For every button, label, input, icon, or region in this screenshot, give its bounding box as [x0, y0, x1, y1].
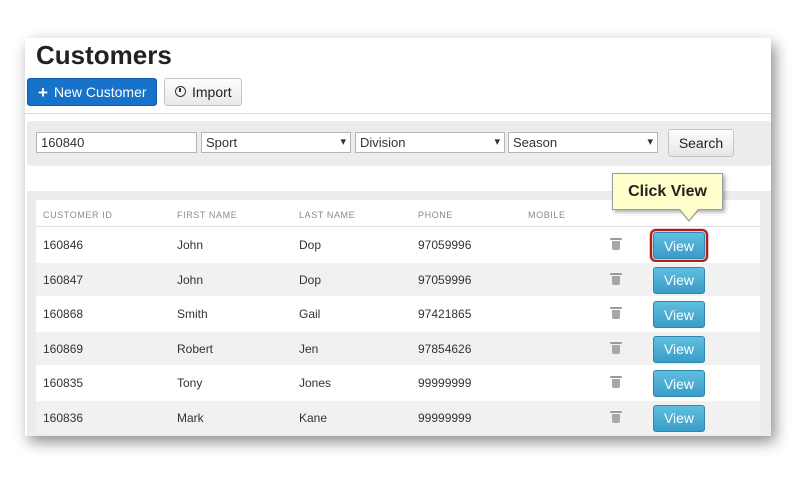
new-customer-button[interactable]: + New Customer — [27, 78, 157, 106]
cell-customer-id: 160868 — [43, 307, 84, 321]
view-button[interactable]: View — [653, 335, 705, 363]
sport-select[interactable]: Sport — [201, 132, 351, 153]
import-icon — [175, 85, 186, 97]
table-row: 160868 Smith Gail 97421865 View — [36, 296, 760, 331]
trash-icon[interactable] — [610, 307, 622, 319]
division-select-value: Division — [360, 135, 406, 150]
cell-phone: 99999999 — [418, 410, 472, 425]
view-button[interactable]: View — [650, 229, 708, 262]
divider — [25, 113, 771, 114]
cell-last-name: Dop — [299, 238, 322, 252]
division-select[interactable]: Division — [355, 132, 505, 153]
cell-customer-id: 160869 — [43, 341, 84, 356]
import-button[interactable]: Import — [164, 78, 242, 106]
customers-panel: Customers + New Customer Import 160840 S… — [25, 38, 771, 436]
cell-last-name: Gail — [299, 307, 321, 321]
cell-phone: 97854626 — [418, 341, 472, 356]
header-customer-id: CUSTOMER ID — [43, 210, 113, 220]
cell-phone: 97059996 — [418, 272, 472, 287]
season-select[interactable]: Season — [508, 132, 658, 153]
header-first-name: FIRST NAME — [177, 210, 238, 220]
customers-table-container: CUSTOMER ID FIRST NAME LAST NAME PHONE M… — [27, 191, 771, 436]
customers-table: CUSTOMER ID FIRST NAME LAST NAME PHONE M… — [36, 200, 760, 434]
table-row: 160836 Mark Kane 99999999 View — [36, 399, 760, 434]
cell-customer-id: 160846 — [43, 238, 84, 252]
cell-first-name: Robert — [177, 341, 214, 356]
cell-phone: 97059996 — [418, 238, 472, 252]
search-button[interactable]: Search — [668, 129, 734, 157]
view-button[interactable]: View — [653, 370, 705, 397]
table-body: 160846 John Dop 97059996 View 160847 Joh… — [36, 227, 760, 434]
cell-last-name: Jen — [299, 341, 319, 356]
cell-first-name: Mark — [177, 410, 204, 425]
view-button[interactable]: View — [653, 301, 705, 328]
table-row: 160846 John Dop 97059996 View — [36, 227, 760, 262]
view-button[interactable]: View — [653, 404, 705, 432]
cell-customer-id: 160835 — [43, 376, 84, 390]
new-customer-label: New Customer — [53, 84, 147, 100]
header-phone: PHONE — [418, 210, 454, 220]
trash-icon[interactable] — [610, 341, 622, 354]
cell-phone: 97421865 — [418, 307, 472, 321]
cell-first-name: Smith — [177, 307, 208, 321]
filter-bar: 160840 Sport Division Season Search — [27, 121, 771, 166]
trash-icon[interactable] — [610, 410, 622, 423]
plus-icon: + — [38, 82, 48, 102]
cell-last-name: Jones — [299, 376, 332, 390]
cell-phone: 99999999 — [418, 376, 472, 390]
season-select-value: Season — [513, 135, 558, 150]
click-view-callout: Click View — [612, 173, 723, 222]
table-row: 160847 John Dop 97059996 View — [36, 261, 760, 296]
header-mobile: MOBILE — [528, 210, 566, 220]
cell-last-name: Kane — [299, 410, 328, 425]
page-title: Customers — [36, 40, 172, 70]
customer-search-input[interactable]: 160840 — [36, 132, 197, 153]
sport-select-value: Sport — [206, 135, 238, 150]
cell-first-name: Tony — [177, 376, 203, 390]
trash-icon[interactable] — [610, 272, 622, 285]
trash-icon[interactable] — [610, 238, 622, 250]
cell-customer-id: 160836 — [43, 410, 84, 425]
view-button[interactable]: View — [653, 266, 705, 294]
cell-first-name: John — [177, 272, 204, 287]
cell-last-name: Dop — [299, 272, 322, 287]
cell-customer-id: 160847 — [43, 272, 84, 287]
table-row: 160835 Tony Jones 99999999 View — [36, 365, 760, 400]
table-row: 160869 Robert Jen 97854626 View — [36, 330, 760, 365]
header-last-name: LAST NAME — [299, 210, 356, 220]
import-label: Import — [192, 84, 232, 100]
cell-first-name: John — [177, 238, 204, 252]
trash-icon[interactable] — [610, 376, 622, 388]
